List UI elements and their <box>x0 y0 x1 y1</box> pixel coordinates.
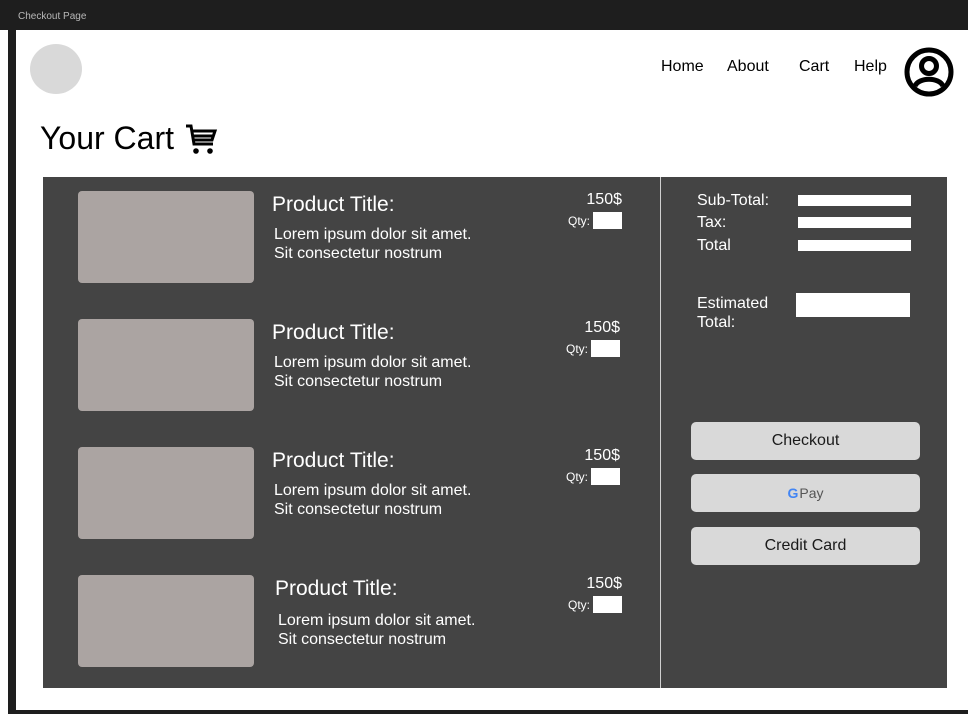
user-circle-icon[interactable] <box>903 46 955 98</box>
product-image[interactable] <box>78 575 254 667</box>
nav-home[interactable]: Home <box>661 58 704 76</box>
estimated-total-label: Estimated Total: <box>697 294 768 332</box>
qty-label: Qty: <box>567 213 590 228</box>
cart-item: Product Title: Lorem ipsum dolor sit ame… <box>43 305 660 411</box>
product-desc-line1: Lorem ipsum dolor sit amet. <box>274 226 472 243</box>
shopping-cart-icon <box>186 124 218 154</box>
qty-control: Qty: <box>566 468 620 485</box>
subtotal-label: Sub-Total: <box>697 192 770 209</box>
qty-input[interactable] <box>591 468 620 485</box>
window-title: Checkout Page <box>18 11 87 22</box>
nav-about[interactable]: About <box>727 58 769 76</box>
checkout-button[interactable]: Checkout <box>691 422 920 460</box>
qty-control: Qty: <box>568 596 622 613</box>
qty-control: Qty: <box>568 212 622 229</box>
product-price: 150$ <box>584 447 620 464</box>
google-pay-label: Pay <box>799 485 824 501</box>
product-desc-line2: Sit consectetur nostrum <box>274 373 443 390</box>
product-price: 150$ <box>584 319 620 336</box>
product-image[interactable] <box>78 191 254 283</box>
product-title: Product Title: <box>272 193 395 216</box>
product-title: Product Title: <box>275 577 398 600</box>
subtotal-value <box>798 195 911 206</box>
product-desc-line1: Lorem ipsum dolor sit amet. <box>274 354 472 371</box>
product-desc-line2: Sit consectetur nostrum <box>278 631 447 648</box>
product-desc-line1: Lorem ipsum dolor sit amet. <box>274 482 472 499</box>
tax-label: Tax: <box>697 214 727 231</box>
qty-label: Qty: <box>565 469 588 484</box>
nav-cart[interactable]: Cart <box>799 58 829 76</box>
qty-label: Qty: <box>565 341 588 356</box>
product-price: 150$ <box>586 575 622 592</box>
product-title: Product Title: <box>272 321 395 344</box>
panel-divider <box>660 177 661 688</box>
total-value <box>798 240 911 251</box>
product-description: Lorem ipsum dolor sit amet. Sit consecte… <box>278 611 475 649</box>
logo[interactable] <box>30 44 82 94</box>
cart-item: Product Title: Lorem ipsum dolor sit ame… <box>43 177 660 283</box>
product-description: Lorem ipsum dolor sit amet. Sit consecte… <box>274 353 471 391</box>
product-description: Lorem ipsum dolor sit amet. Sit consecte… <box>274 481 471 519</box>
product-image[interactable] <box>78 319 254 411</box>
google-pay-button[interactable]: G Pay <box>691 474 920 512</box>
window-titlebar: Checkout Page <box>0 0 968 30</box>
qty-input[interactable] <box>593 596 622 613</box>
cart-panel: Product Title: Lorem ipsum dolor sit ame… <box>43 177 947 688</box>
frame-border-left <box>8 8 16 714</box>
product-desc-line1: Lorem ipsum dolor sit amet. <box>278 612 476 629</box>
qty-control: Qty: <box>566 340 620 357</box>
credit-card-button[interactable]: Credit Card <box>691 527 920 565</box>
product-desc-line2: Sit consectetur nostrum <box>274 501 443 518</box>
estimated-label-line1: Estimated <box>697 295 769 312</box>
product-title: Product Title: <box>272 449 395 472</box>
cart-item: Product Title: Lorem ipsum dolor sit ame… <box>43 561 660 667</box>
tax-value <box>798 217 911 228</box>
estimated-label-line2: Total: <box>697 314 736 331</box>
product-description: Lorem ipsum dolor sit amet. Sit consecte… <box>274 225 471 263</box>
nav-help[interactable]: Help <box>854 58 887 76</box>
qty-input[interactable] <box>593 212 622 229</box>
page-title: Your Cart <box>40 120 218 157</box>
cart-item: Product Title: Lorem ipsum dolor sit ame… <box>43 433 660 539</box>
qty-label: Qty: <box>567 597 590 612</box>
product-image[interactable] <box>78 447 254 539</box>
estimated-total-value <box>796 293 910 317</box>
total-label: Total <box>697 237 731 254</box>
frame-border-bottom <box>8 710 968 714</box>
google-g-icon: G <box>787 485 799 501</box>
product-desc-line2: Sit consectetur nostrum <box>274 245 443 262</box>
page-heading: Your Cart <box>40 120 174 156</box>
qty-input[interactable] <box>591 340 620 357</box>
product-price: 150$ <box>586 191 622 208</box>
